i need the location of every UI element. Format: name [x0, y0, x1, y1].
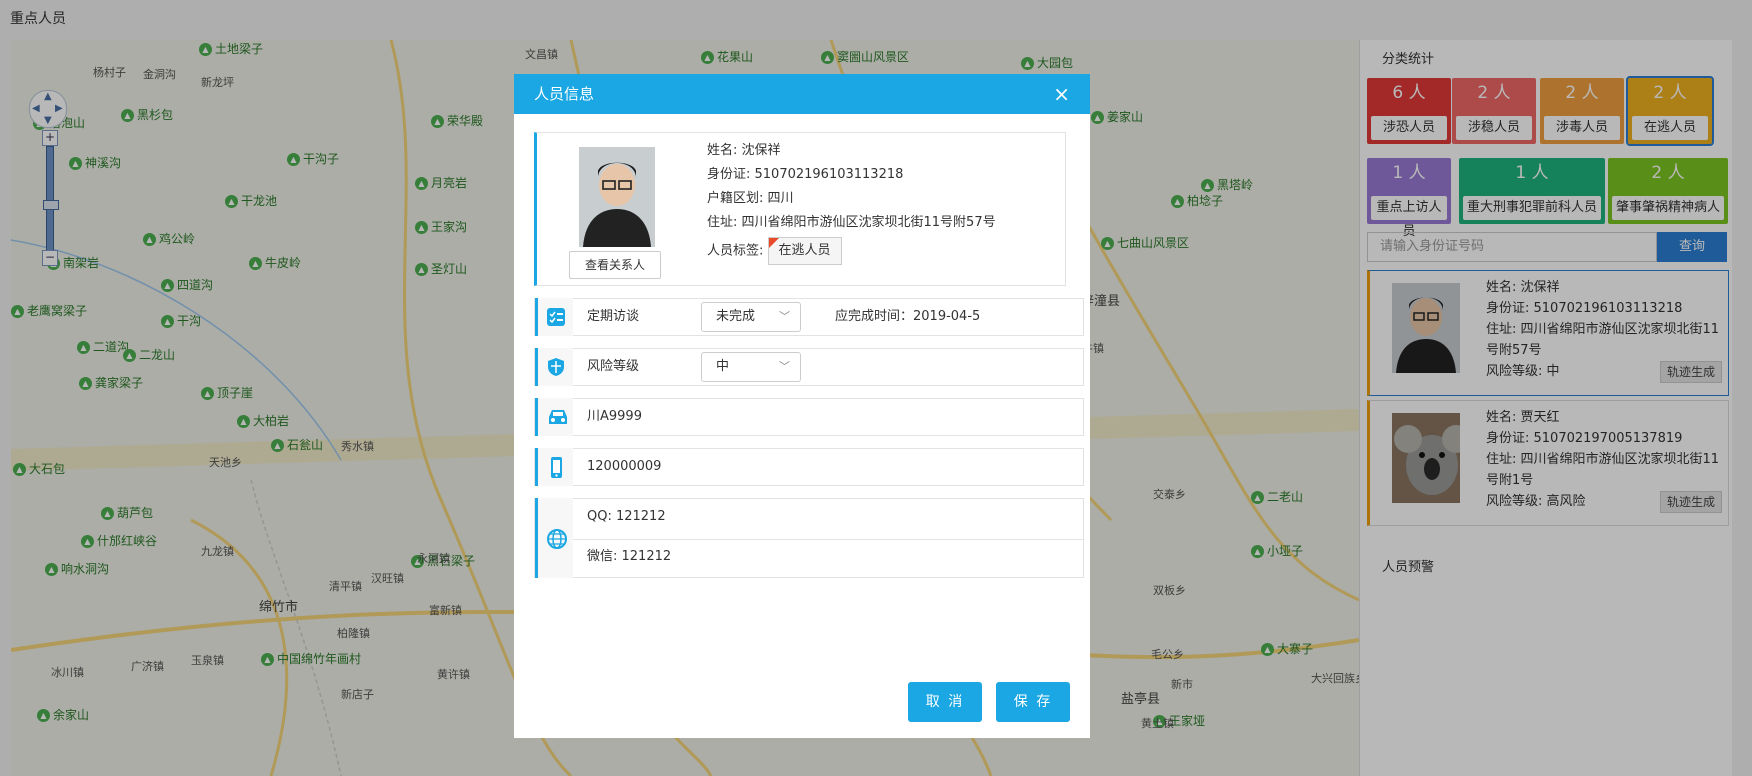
vehicle-row: 川A9999: [534, 398, 1084, 436]
visit-label: 定期访谈: [587, 309, 640, 324]
person-name: 姓名: 沈保祥: [707, 143, 781, 158]
person-info-dialog: 人员信息 × 查看关系人 姓名: 沈保祥 身份证: 51070219610311…: [514, 74, 1090, 738]
chevron-down-icon: ﹀: [779, 360, 790, 373]
risk-level-select[interactable]: 中 ﹀: [701, 352, 801, 382]
close-icon[interactable]: ×: [1053, 74, 1070, 114]
person-address: 住址: 四川省绵阳市游仙区沈家坝北街11号附57号: [707, 215, 996, 230]
phone-icon: [535, 448, 573, 486]
cancel-button[interactable]: 取 消: [908, 682, 982, 722]
visit-status-select[interactable]: 未完成 ﹀: [701, 302, 801, 332]
visit-status-value: 未完成: [716, 309, 756, 324]
person-photo: [579, 147, 655, 247]
globe-icon: [535, 498, 573, 578]
person-tag: 在逃人员: [767, 237, 842, 265]
person-tag-row: 人员标签: 在逃人员: [707, 237, 996, 265]
tag-label: 人员标签:: [707, 243, 764, 259]
chevron-down-icon: ﹀: [779, 310, 790, 323]
person-id-card: 身份证: 510702196103113218: [707, 167, 904, 182]
wechat-account[interactable]: 微信: 121212: [587, 539, 671, 575]
person-household: 户籍区划: 四川: [707, 191, 794, 206]
save-button[interactable]: 保 存: [996, 682, 1070, 722]
checklist-icon: [535, 298, 573, 336]
social-row: QQ: 121212 微信: 121212: [534, 498, 1084, 578]
view-relations-button[interactable]: 查看关系人: [569, 251, 661, 279]
phone-number[interactable]: 120000009: [587, 449, 661, 485]
person-details: 姓名: 沈保祥 身份证: 510702196103113218 户籍区划: 四川…: [707, 139, 996, 265]
person-summary: 查看关系人 姓名: 沈保祥 身份证: 510702196103113218 户籍…: [534, 132, 1066, 286]
risk-level-value: 中: [716, 359, 730, 374]
risk-label: 风险等级: [587, 359, 640, 374]
risk-row: 风险等级 中 ﹀: [534, 348, 1084, 386]
dialog-header: 人员信息 ×: [514, 74, 1090, 114]
shield-icon: [535, 348, 573, 386]
car-icon: [535, 398, 573, 436]
due-date: 应完成时间：2019-04-5: [835, 309, 981, 324]
license-plate[interactable]: 川A9999: [587, 399, 642, 435]
dialog-title: 人员信息: [534, 85, 595, 103]
phone-row: 120000009: [534, 448, 1084, 486]
qq-account[interactable]: QQ: 121212: [587, 499, 666, 535]
visit-row: 定期访谈 未完成 ﹀ 应完成时间：2019-04-5: [534, 298, 1084, 336]
